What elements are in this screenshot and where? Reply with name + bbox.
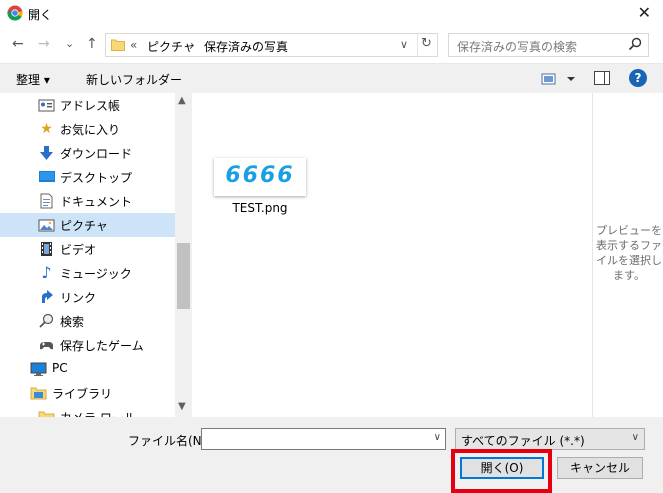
forward-button[interactable]: → [38, 36, 50, 52]
address-dropdown-icon[interactable]: ∨ [400, 38, 408, 51]
command-bar: 整理 ▾ 新しいフォルダー ? [0, 63, 663, 93]
sidebar-item-label: 保存したゲーム [60, 339, 144, 353]
pictures-icon [38, 219, 55, 232]
address-divider [417, 34, 418, 56]
sidebar-item-label: お気に入り [60, 123, 121, 137]
sidebar-item-label: カメラ ロール [60, 409, 136, 417]
video-icon [41, 242, 52, 256]
folder-icon [38, 411, 55, 417]
organize-menu-button[interactable]: 整理 ▾ [16, 71, 50, 88]
sidebar-item-label: PC [52, 361, 68, 375]
search-box[interactable]: 保存済みの写真の検索 [448, 33, 649, 57]
sidebar-item-links[interactable]: リンク [0, 285, 175, 309]
window-title: 開く [28, 8, 53, 22]
scroll-up-icon[interactable]: ▲ [178, 95, 186, 106]
breadcrumb-separator: › [190, 38, 195, 52]
sidebar-item-address-book[interactable]: アドレス帳 [0, 93, 175, 117]
sidebar-scrollbar[interactable]: ▲ ▼ [175, 93, 192, 417]
sidebar-item-saved-games[interactable]: 保存したゲーム [0, 333, 175, 357]
navigation-bar: ← → ⌄ ↑ « ピクチャ › 保存済みの写真 ∨ ↻ 保存済みの写真の検索 [0, 27, 663, 63]
refresh-icon[interactable]: ↻ [421, 36, 432, 51]
sidebar-item-label: ピクチャ [60, 219, 108, 233]
sidebar-item-music[interactable]: ♪ ミュージック [0, 261, 175, 285]
search-placeholder: 保存済みの写真の検索 [457, 40, 578, 54]
thumbnail-image-text: 6666 [225, 163, 295, 188]
open-button[interactable]: 開く(O) [460, 457, 544, 479]
sidebar-item-label: ミュージック [60, 267, 132, 281]
folder-icon [111, 39, 125, 51]
sidebar-item-label: デスクトップ [60, 171, 133, 185]
download-icon [40, 146, 53, 160]
sidebar-item-libraries[interactable]: ライブラリ [0, 381, 175, 405]
file-thumbnail[interactable]: 6666 [214, 158, 306, 196]
filename-field[interactable]: ∨ [201, 428, 446, 450]
search-icon [39, 313, 54, 328]
scrollbar-thumb[interactable] [177, 243, 190, 309]
sidebar-item-label: 検索 [60, 315, 85, 329]
chevron-down-icon[interactable]: ∨ [434, 432, 441, 443]
sidebar-item-documents[interactable]: ドキュメント [0, 189, 175, 213]
filetype-select[interactable]: すべてのファイル (*.*) ∨ [455, 428, 645, 450]
title-bar: 開く ✕ [0, 0, 663, 27]
music-icon: ♪ [41, 263, 52, 282]
sidebar-item-favorites[interactable]: ★ お気に入り [0, 117, 175, 141]
document-icon [40, 193, 53, 209]
up-button[interactable]: ↑ [86, 36, 98, 52]
preview-pane: プレビューを表示するファイルを選択します。 [592, 93, 663, 417]
sidebar-item-videos[interactable]: ビデオ [0, 237, 175, 261]
sidebar-item-pictures[interactable]: ピクチャ [0, 213, 175, 237]
overflow-chevron[interactable]: « [130, 38, 137, 52]
library-icon [30, 387, 47, 400]
chrome-icon [7, 5, 23, 21]
game-icon [40, 342, 53, 350]
sidebar-item-label: ライブラリ [52, 387, 113, 401]
cancel-button[interactable]: キャンセル [557, 457, 643, 479]
contacts-icon [38, 99, 55, 112]
preview-pane-icon[interactable] [594, 71, 610, 85]
star-icon: ★ [40, 121, 53, 137]
file-list[interactable]: 6666 TEST.png [192, 93, 592, 417]
sidebar-item-label: アドレス帳 [60, 99, 121, 113]
help-icon[interactable]: ? [629, 69, 647, 87]
close-button[interactable]: ✕ [638, 3, 651, 22]
scroll-down-icon[interactable]: ▼ [178, 401, 186, 412]
sidebar-item-camera-roll[interactable]: カメラ ロール [0, 405, 175, 417]
file-item[interactable]: 6666 TEST.png [192, 93, 328, 223]
back-button[interactable]: ← [12, 36, 24, 52]
breadcrumb-pictures[interactable]: ピクチャ [147, 38, 195, 55]
filetype-value: すべてのファイル (*.*) [461, 434, 585, 448]
desktop-icon [39, 171, 55, 182]
sidebar-item-label: リンク [60, 291, 97, 305]
recent-locations-button[interactable]: ⌄ [65, 37, 74, 50]
chevron-down-icon[interactable]: ∨ [632, 432, 639, 443]
change-view-icon[interactable] [541, 72, 575, 86]
dialog-footer: ファイル名(N): ∨ すべてのファイル (*.*) ∨ 開く(O) キャンセル [0, 417, 663, 493]
sidebar-item-downloads[interactable]: ダウンロード [0, 141, 175, 165]
sidebar-item-search[interactable]: 検索 [0, 309, 175, 333]
sidebar-item-desktop[interactable]: デスクトップ [0, 165, 175, 189]
sidebar-item-pc[interactable]: PC [0, 357, 175, 381]
navigation-pane: アドレス帳 ★ お気に入り ダウンロード デスクトップ ドキュメント ピクチャ … [0, 93, 175, 417]
file-name[interactable]: TEST.png [192, 201, 328, 215]
link-icon [42, 290, 53, 303]
sidebar-item-label: ドキュメント [60, 195, 133, 209]
sidebar-item-label: ダウンロード [60, 147, 133, 161]
search-icon[interactable] [628, 37, 642, 51]
pc-icon [30, 362, 47, 376]
sidebar-item-label: ビデオ [60, 243, 97, 257]
new-folder-button[interactable]: 新しいフォルダー [86, 71, 182, 88]
filename-label: ファイル名(N): [128, 434, 211, 448]
preview-message: プレビューを表示するファイルを選択します。 [596, 224, 662, 282]
breadcrumb-saved-photos[interactable]: 保存済みの写真 [204, 38, 288, 55]
address-bar[interactable]: « ピクチャ › 保存済みの写真 ∨ ↻ [105, 33, 438, 57]
